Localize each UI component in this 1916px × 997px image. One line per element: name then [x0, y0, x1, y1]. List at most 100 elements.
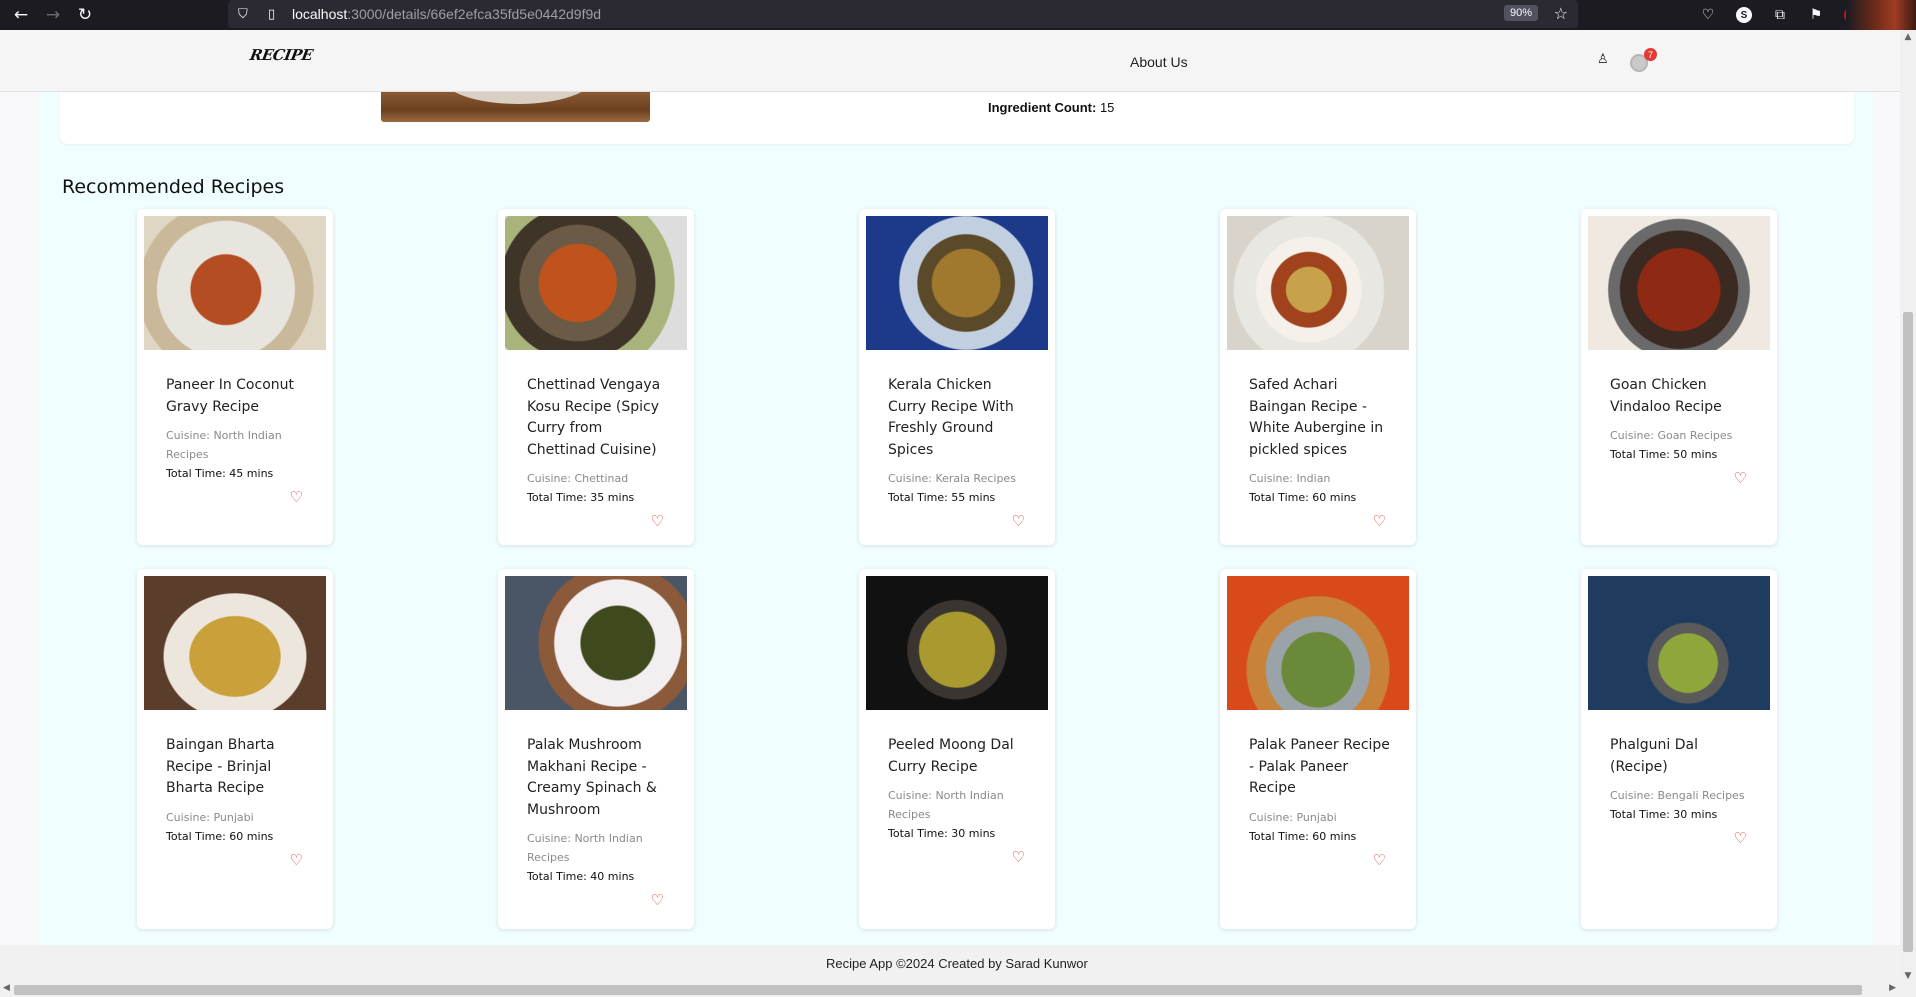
- cart-count-badge: 7: [1644, 48, 1657, 61]
- recipe-card[interactable]: Chettinad Vengaya Kosu Recipe (Spicy Cur…: [498, 209, 694, 545]
- recipe-cuisine: Cuisine: Indian: [1249, 472, 1331, 485]
- recipe-image[interactable]: [144, 576, 326, 710]
- heart-icon[interactable]: ♡: [1249, 511, 1394, 533]
- url-path: :3000/details/66ef2efca35fd5e0442d9f9d: [347, 6, 602, 22]
- recipe-cuisine: Cuisine: North Indian Recipes: [888, 789, 1004, 821]
- recipe-title[interactable]: Kerala Chicken Curry Recipe With Freshly…: [888, 375, 1033, 461]
- recipe-image[interactable]: [1227, 576, 1409, 710]
- recipe-title[interactable]: Goan Chicken Vindaloo Recipe: [1610, 375, 1755, 418]
- recipe-title[interactable]: Phalguni Dal (Recipe): [1610, 735, 1755, 778]
- heart-icon[interactable]: ♡: [1610, 828, 1755, 850]
- pocket-icon[interactable]: ♡: [1700, 7, 1716, 23]
- recipe-card[interactable]: Safed Achari Baingan Recipe - White Aube…: [1220, 209, 1416, 545]
- page-icon: ▯: [268, 6, 276, 22]
- recipe-cuisine: Cuisine: Chettinad: [527, 472, 629, 485]
- shield-icon[interactable]: ⛉: [238, 7, 256, 22]
- nav-about-us[interactable]: About Us: [1130, 54, 1188, 70]
- extension-s-icon[interactable]: S: [1736, 7, 1752, 23]
- ingredient-count: Ingredient Count: 15: [988, 100, 1114, 115]
- footer-text: Recipe App ©2024 Created by Sarad Kunwor: [826, 956, 1088, 971]
- recipe-card[interactable]: Palak Mushroom Makhani Recipe - Creamy S…: [498, 569, 694, 929]
- recipe-image[interactable]: [866, 576, 1048, 710]
- recipe-card[interactable]: Goan Chicken Vindaloo Recipe Cuisine: Go…: [1581, 209, 1777, 545]
- heart-icon[interactable]: ♡: [1610, 468, 1755, 490]
- recipe-card[interactable]: Palak Paneer Recipe - Palak Paneer Recip…: [1220, 569, 1416, 929]
- scroll-right-arrow-icon[interactable]: ▶: [1889, 983, 1896, 993]
- recipe-cuisine: Cuisine: Punjabi: [166, 810, 254, 824]
- app-footer: Recipe App ©2024 Created by Sarad Kunwor: [0, 945, 1900, 983]
- recipe-card[interactable]: Baingan Bharta Recipe - Brinjal Bharta R…: [137, 569, 333, 929]
- recipe-title[interactable]: Paneer In Coconut Gravy Recipe: [166, 375, 311, 418]
- recipe-total-time: Total Time: 60 mins: [1249, 829, 1357, 843]
- vertical-scrollbar[interactable]: ▲ ▼: [1900, 30, 1916, 983]
- recipe-total-time: Total Time: 40 mins: [527, 870, 635, 883]
- recipe-detail-image: [381, 92, 650, 122]
- vertical-scroll-thumb[interactable]: [1903, 312, 1913, 952]
- recipe-title[interactable]: Chettinad Vengaya Kosu Recipe (Spicy Cur…: [527, 375, 672, 461]
- reload-icon[interactable]: ↻: [70, 0, 100, 30]
- recipe-cuisine: Cuisine: North Indian Recipes: [166, 429, 282, 461]
- recipe-total-time: Total Time: 35 mins: [527, 491, 635, 504]
- recipe-image[interactable]: [1588, 216, 1770, 350]
- url-host: localhost: [292, 6, 348, 22]
- horizontal-scrollbar[interactable]: ◀ ▶: [0, 983, 1916, 997]
- main-content: Ingredient Count: 15 Recommended Recipes…: [40, 92, 1874, 945]
- recipe-image[interactable]: [144, 216, 326, 350]
- heart-icon[interactable]: ♡: [888, 511, 1033, 533]
- ingredient-count-value: 15: [1099, 100, 1115, 115]
- recipe-logo[interactable]: RECIPE: [248, 46, 314, 64]
- recipe-total-time: Total Time: 55 mins: [888, 491, 996, 504]
- heart-icon[interactable]: ♡: [527, 511, 672, 533]
- scroll-down-arrow-icon[interactable]: ▼: [1900, 971, 1916, 981]
- scroll-left-arrow-icon[interactable]: ◀: [3, 983, 10, 993]
- recipe-title[interactable]: Palak Paneer Recipe - Palak Paneer Recip…: [1249, 735, 1394, 800]
- recipe-detail-card: Ingredient Count: 15: [60, 92, 1854, 144]
- profile-avatar[interactable]: [1846, 0, 1916, 30]
- recipe-cuisine: Cuisine: Bengali Recipes: [1610, 789, 1745, 802]
- heart-icon[interactable]: ♡: [166, 487, 311, 509]
- recipe-total-time: Total Time: 30 mins: [1610, 808, 1718, 821]
- extension-flag-icon[interactable]: ⚑: [1808, 7, 1824, 23]
- recipe-card[interactable]: Peeled Moong Dal Curry Recipe Cuisine: N…: [859, 569, 1055, 929]
- recommended-title: Recommended Recipes: [62, 176, 285, 198]
- recipe-total-time: Total Time: 60 mins: [1249, 491, 1357, 504]
- recipe-cuisine: Cuisine: Kerala Recipes: [888, 472, 1016, 485]
- ingredient-count-label: Ingredient Count:: [988, 100, 1097, 115]
- toolbar-icons: ♡ S ⧉ ⚑ UD: [1700, 0, 1862, 30]
- recipe-card[interactable]: Paneer In Coconut Gravy Recipe Cuisine: …: [137, 209, 333, 545]
- browser-toolbar: ← → ↻ ⛉ ▯ localhost:3000/details/66ef2ef…: [0, 0, 1916, 30]
- user-icon[interactable]: ♙: [1597, 52, 1609, 67]
- recipe-title[interactable]: Palak Mushroom Makhani Recipe - Creamy S…: [527, 735, 672, 821]
- recipe-image[interactable]: [505, 576, 687, 710]
- recipe-cuisine: Cuisine: North Indian Recipes: [527, 832, 643, 864]
- extensions-puzzle-icon[interactable]: ⧉: [1772, 7, 1788, 23]
- forward-icon[interactable]: →: [38, 0, 68, 30]
- recipe-total-time: Total Time: 60 mins: [166, 829, 274, 843]
- heart-icon[interactable]: ♡: [888, 847, 1033, 869]
- heart-icon[interactable]: ♡: [1249, 850, 1394, 872]
- scroll-up-arrow-icon[interactable]: ▲: [1900, 32, 1916, 42]
- recipe-card[interactable]: Kerala Chicken Curry Recipe With Freshly…: [859, 209, 1055, 545]
- recipe-image[interactable]: [1227, 216, 1409, 350]
- app-header: RECIPE About Us ♙ 7: [0, 30, 1900, 92]
- recipe-title[interactable]: Safed Achari Baingan Recipe - White Aube…: [1249, 375, 1394, 461]
- recipe-total-time: Total Time: 30 mins: [888, 827, 996, 840]
- url-bar[interactable]: ⛉ ▯ localhost:3000/details/66ef2efca35fd…: [228, 0, 1578, 28]
- bookmark-star-icon[interactable]: ☆: [1554, 4, 1568, 23]
- recipe-total-time: Total Time: 45 mins: [166, 467, 274, 480]
- recipe-cuisine: Cuisine: Punjabi: [1249, 810, 1337, 824]
- recipe-title[interactable]: Peeled Moong Dal Curry Recipe: [888, 735, 1033, 778]
- back-icon[interactable]: ←: [6, 0, 36, 30]
- recipe-title[interactable]: Baingan Bharta Recipe - Brinjal Bharta R…: [166, 735, 311, 800]
- recipe-image[interactable]: [866, 216, 1048, 350]
- url-text[interactable]: localhost:3000/details/66ef2efca35fd5e04…: [292, 6, 601, 22]
- zoom-badge[interactable]: 90%: [1503, 5, 1538, 21]
- recipe-image[interactable]: [505, 216, 687, 350]
- recipe-total-time: Total Time: 50 mins: [1610, 448, 1718, 461]
- recipe-image[interactable]: [1588, 576, 1770, 710]
- recipe-card[interactable]: Phalguni Dal (Recipe) Cuisine: Bengali R…: [1581, 569, 1777, 929]
- heart-icon[interactable]: ♡: [166, 850, 311, 872]
- heart-icon[interactable]: ♡: [527, 890, 672, 912]
- horizontal-scroll-thumb[interactable]: [14, 985, 1862, 995]
- recipe-cuisine: Cuisine: Goan Recipes: [1610, 429, 1733, 442]
